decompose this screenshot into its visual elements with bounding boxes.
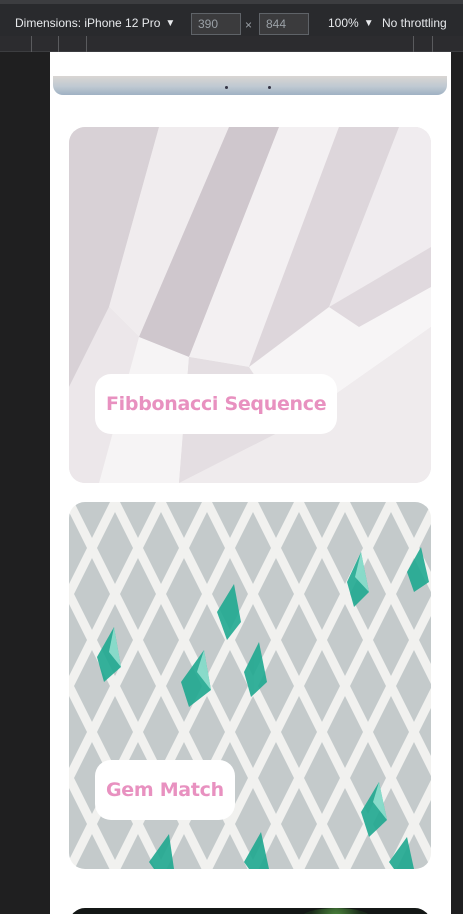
media-query-marker[interactable]	[58, 36, 59, 52]
hero-detail	[268, 86, 271, 89]
project-card-partial[interactable]	[69, 908, 431, 914]
hero-detail	[225, 86, 228, 89]
width-input[interactable]: 390	[191, 13, 241, 35]
height-input[interactable]: 844	[259, 13, 309, 35]
devtools-device-toolbar: Dimensions: iPhone 12 Pro ▼ 390 × 844 10…	[0, 0, 463, 36]
throttling-dropdown[interactable]: No throttling	[382, 16, 447, 30]
device-dimensions-dropdown[interactable]: Dimensions: iPhone 12 Pro ▼	[15, 16, 175, 30]
media-query-marker[interactable]	[31, 36, 32, 52]
project-card-gem-match[interactable]: Gem Match	[69, 502, 431, 869]
times-sign: ×	[245, 18, 253, 32]
media-query-marker[interactable]	[86, 36, 87, 52]
card-title[interactable]: Fibbonacci Sequence	[95, 374, 338, 434]
chevron-down-icon: ▼	[165, 17, 176, 29]
zoom-dropdown[interactable]: 100% ▼	[328, 16, 374, 30]
device-viewport: Fibbonacci Sequence Gem Match	[50, 52, 451, 914]
hero-image	[53, 76, 447, 95]
media-query-bar[interactable]	[0, 36, 463, 52]
project-card-fibbonacci[interactable]: Fibbonacci Sequence	[69, 127, 431, 483]
card-image-glow	[301, 908, 371, 914]
media-query-marker[interactable]	[432, 36, 433, 52]
zoom-value: 100%	[328, 16, 359, 30]
media-query-marker[interactable]	[413, 36, 414, 52]
chevron-down-icon: ▼	[363, 17, 374, 29]
card-title[interactable]: Gem Match	[95, 760, 235, 820]
device-label: Dimensions: iPhone 12 Pro	[15, 16, 161, 30]
